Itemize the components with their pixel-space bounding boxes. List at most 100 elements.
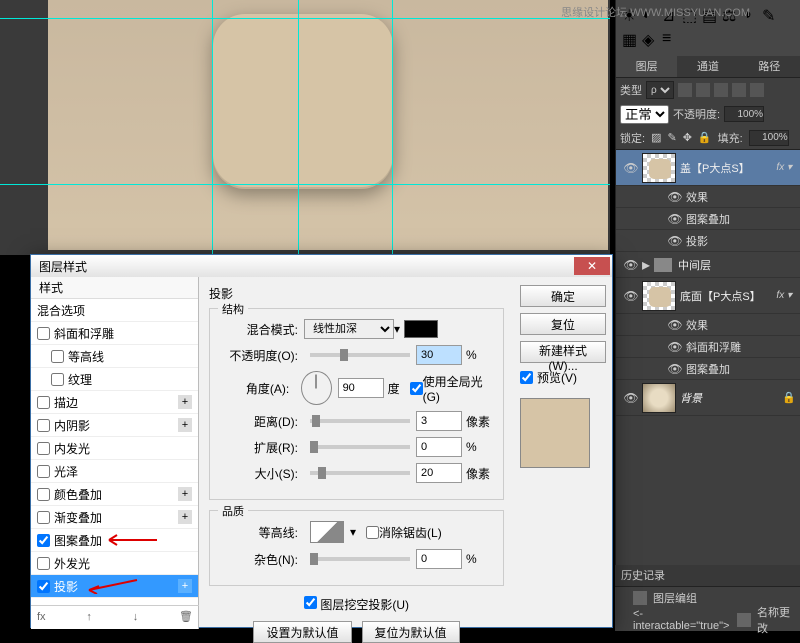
panel-icon[interactable]: ◈: [642, 30, 658, 46]
lock-pixel-icon[interactable]: ✎: [667, 131, 676, 144]
history-header[interactable]: 历史记录: [615, 565, 800, 587]
style-gradient-overlay[interactable]: 渐变叠加+: [31, 506, 198, 529]
blending-options-item[interactable]: 混合选项: [31, 299, 198, 322]
blend-mode-select[interactable]: 正常: [620, 105, 669, 124]
style-checkbox[interactable]: [37, 465, 50, 478]
tab-layers[interactable]: 图层: [616, 56, 677, 77]
filter-type-icon[interactable]: [714, 83, 728, 97]
style-texture[interactable]: 纹理: [31, 368, 198, 391]
style-inner-shadow[interactable]: 内阴影+: [31, 414, 198, 437]
add-icon[interactable]: +: [178, 579, 192, 593]
style-checkbox[interactable]: [37, 442, 50, 455]
layer-effect-row[interactable]: 👁 效果: [616, 314, 800, 336]
angle-input[interactable]: [338, 378, 384, 398]
preview-checkbox[interactable]: [520, 371, 533, 384]
spread-slider[interactable]: [310, 445, 410, 449]
layer-thumb[interactable]: [642, 281, 676, 311]
distance-input[interactable]: [416, 411, 462, 431]
filter-pixel-icon[interactable]: [678, 83, 692, 97]
style-outer-glow[interactable]: 外发光: [31, 552, 198, 575]
style-checkbox[interactable]: [37, 557, 50, 570]
style-pattern-overlay[interactable]: 图案叠加: [31, 529, 198, 552]
opacity-slider[interactable]: [310, 353, 410, 357]
layer-thumb[interactable]: [642, 383, 676, 413]
panel-icon[interactable]: ✎: [762, 6, 778, 22]
trash-icon[interactable]: 🗑: [179, 610, 193, 623]
visibility-toggle[interactable]: 👁: [664, 190, 686, 204]
layer-row[interactable]: 👁 底面【P大点S】 fx ▾: [616, 278, 800, 314]
knockout-checkbox[interactable]: [304, 596, 317, 609]
visibility-toggle[interactable]: 👁: [664, 340, 686, 354]
filter-shape-icon[interactable]: [732, 83, 746, 97]
layer-effect-row[interactable]: 👁 投影: [616, 230, 800, 252]
distance-slider[interactable]: [310, 419, 410, 423]
close-button[interactable]: ✕: [574, 257, 610, 275]
style-inner-glow[interactable]: 内发光: [31, 437, 198, 460]
dropdown-icon[interactable]: ▾: [350, 525, 356, 539]
visibility-toggle[interactable]: 👁: [620, 391, 642, 405]
dialog-titlebar[interactable]: 图层样式 ✕: [31, 255, 612, 277]
style-satin[interactable]: 光泽: [31, 460, 198, 483]
expand-icon[interactable]: ▸: [642, 255, 650, 275]
tab-channels[interactable]: 通道: [677, 56, 738, 77]
add-icon[interactable]: +: [178, 510, 192, 524]
noise-slider[interactable]: [310, 557, 410, 561]
opacity-input[interactable]: [416, 345, 462, 365]
style-checkbox[interactable]: [51, 373, 64, 386]
visibility-toggle[interactable]: 👁: [664, 212, 686, 226]
layer-thumb[interactable]: [642, 153, 676, 183]
panel-icon[interactable]: ▦: [622, 30, 638, 46]
fx-menu[interactable]: fx: [37, 611, 46, 623]
style-stroke[interactable]: 描边+: [31, 391, 198, 414]
visibility-toggle[interactable]: 👁: [664, 362, 686, 376]
visibility-toggle[interactable]: 👁: [620, 258, 642, 272]
style-checkbox[interactable]: [37, 488, 50, 501]
set-default-button[interactable]: 设置为默认值: [253, 621, 351, 643]
filter-smart-icon[interactable]: [750, 83, 764, 97]
layer-effect-row[interactable]: 👁 图案叠加: [616, 208, 800, 230]
ok-button[interactable]: 确定: [520, 285, 606, 307]
style-checkbox[interactable]: [37, 396, 50, 409]
noise-input[interactable]: [416, 549, 462, 569]
styles-header[interactable]: 样式: [31, 277, 198, 299]
style-checkbox[interactable]: [37, 511, 50, 524]
lock-trans-icon[interactable]: ▨: [651, 131, 661, 144]
style-checkbox[interactable]: [37, 327, 50, 340]
layer-effect-row[interactable]: 👁 图案叠加: [616, 358, 800, 380]
arrow-down-icon[interactable]: ↓: [133, 611, 139, 623]
style-checkbox[interactable]: [37, 534, 50, 547]
arrow-up-icon[interactable]: ↑: [86, 611, 92, 623]
contour-picker[interactable]: [310, 521, 344, 543]
cancel-button[interactable]: 复位: [520, 313, 606, 335]
style-checkbox[interactable]: [37, 419, 50, 432]
add-icon[interactable]: +: [178, 395, 192, 409]
style-color-overlay[interactable]: 颜色叠加+: [31, 483, 198, 506]
layer-row[interactable]: 👁 盖【P大点S】 fx ▾: [616, 150, 800, 186]
lock-pos-icon[interactable]: ✥: [683, 131, 692, 144]
tab-paths[interactable]: 路径: [739, 56, 800, 77]
visibility-toggle[interactable]: 👁: [664, 318, 686, 332]
size-slider[interactable]: [310, 471, 410, 475]
antialias-checkbox[interactable]: [366, 526, 379, 539]
size-input[interactable]: [416, 463, 462, 483]
style-checkbox[interactable]: [37, 580, 50, 593]
new-style-button[interactable]: 新建样式(W)...: [520, 341, 606, 363]
angle-dial[interactable]: [301, 371, 331, 405]
dropdown-icon[interactable]: ▾: [394, 322, 400, 336]
fill-input[interactable]: [749, 130, 789, 146]
filter-type-select[interactable]: ρ: [646, 81, 674, 99]
global-light-checkbox[interactable]: [410, 382, 423, 395]
fx-badge[interactable]: fx ▾: [776, 290, 792, 301]
filter-adjust-icon[interactable]: [696, 83, 710, 97]
layer-group-row[interactable]: 👁 ▸ 中间层: [616, 252, 800, 278]
visibility-toggle[interactable]: 👁: [620, 289, 642, 303]
style-contour[interactable]: 等高线: [31, 345, 198, 368]
lock-all-icon[interactable]: 🔒: [698, 131, 712, 144]
add-icon[interactable]: +: [178, 487, 192, 501]
shadow-color-swatch[interactable]: [404, 320, 438, 338]
style-bevel[interactable]: 斜面和浮雕: [31, 322, 198, 345]
reset-default-button[interactable]: 复位为默认值: [362, 621, 460, 643]
visibility-toggle[interactable]: 👁: [664, 234, 686, 248]
style-checkbox[interactable]: [51, 350, 64, 363]
opacity-input[interactable]: [724, 106, 764, 122]
